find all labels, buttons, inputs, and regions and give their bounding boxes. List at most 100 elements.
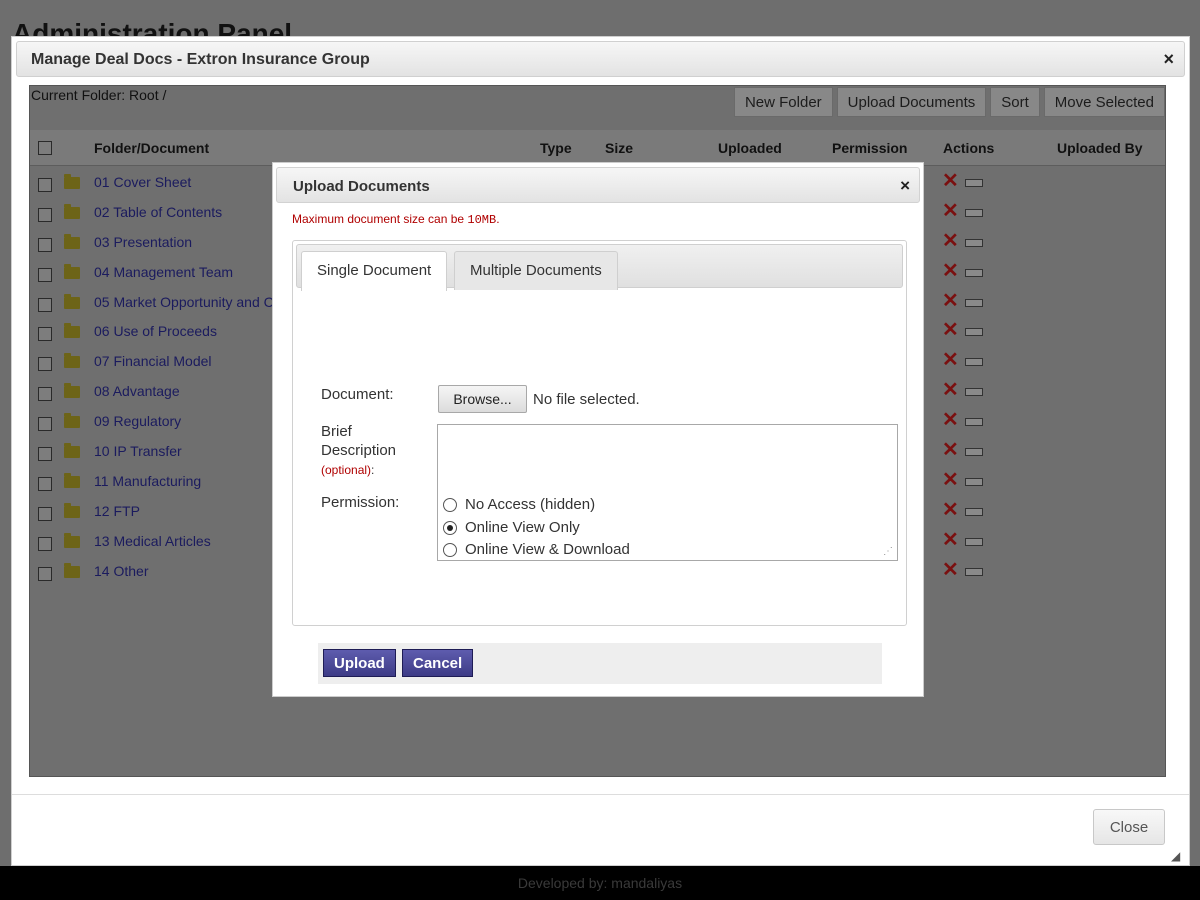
delete-icon[interactable]: ✕ [942, 560, 959, 580]
folder-icon [64, 532, 80, 548]
rename-icon[interactable] [965, 388, 983, 397]
description-optional-colon: : [371, 463, 375, 477]
delete-icon[interactable]: ✕ [942, 201, 959, 221]
column-header-uploaded[interactable]: Uploaded [718, 140, 782, 156]
upload-documents-button[interactable]: Upload Documents [836, 87, 987, 117]
dialog-footer-divider [12, 794, 1189, 795]
rename-icon[interactable] [965, 358, 983, 367]
permission-option-online-view[interactable]: Online View Only [443, 519, 580, 536]
textarea-resize-icon[interactable]: ⋰ [883, 546, 893, 557]
folder-name-link[interactable]: 13 Medical Articles [94, 533, 211, 549]
new-folder-button[interactable]: New Folder [733, 87, 833, 117]
rename-icon[interactable] [965, 507, 983, 516]
upload-dialog-close-icon[interactable]: × [900, 176, 910, 196]
delete-icon[interactable]: ✕ [942, 350, 959, 370]
folder-name-link[interactable]: 10 IP Transfer [94, 443, 182, 459]
folder-name-link[interactable]: 06 Use of Proceeds [94, 323, 217, 339]
description-optional-text: (optional) [321, 463, 372, 477]
rename-icon[interactable] [965, 328, 983, 337]
row-checkbox[interactable] [38, 357, 52, 372]
delete-icon[interactable]: ✕ [942, 231, 959, 251]
row-checkbox[interactable] [38, 566, 52, 581]
delete-icon[interactable]: ✕ [942, 530, 959, 550]
delete-icon[interactable]: ✕ [942, 500, 959, 520]
upload-tab-panel: Single Document Multiple Documents Docum… [292, 240, 907, 684]
rename-icon[interactable] [965, 208, 983, 217]
folder-name-link[interactable]: 03 Presentation [94, 234, 192, 250]
folder-name-link[interactable]: 08 Advantage [94, 383, 180, 399]
browse-button[interactable]: Browse... [438, 385, 527, 413]
max-size-note-suffix: . [496, 212, 500, 226]
folder-name-link[interactable]: 07 Financial Model [94, 353, 212, 369]
move-selected-button[interactable]: Move Selected [1043, 87, 1165, 117]
column-header-size[interactable]: Size [605, 140, 633, 156]
delete-icon[interactable]: ✕ [942, 291, 959, 311]
folder-name-link[interactable]: 14 Other [94, 563, 148, 579]
row-checkbox[interactable] [38, 297, 52, 312]
row-checkbox[interactable] [38, 476, 52, 491]
select-all-checkbox[interactable] [38, 141, 52, 155]
row-checkbox[interactable] [38, 387, 52, 402]
folder-icon [64, 203, 80, 219]
dialog-close-icon[interactable]: × [1163, 49, 1174, 70]
rename-icon[interactable] [965, 477, 983, 486]
row-checkbox[interactable] [38, 178, 52, 192]
folder-name-link[interactable]: 04 Management Team [94, 264, 233, 280]
radio-online-view[interactable] [443, 520, 457, 535]
folder-name-link[interactable]: 09 Regulatory [94, 413, 181, 429]
permission-option-view-download[interactable]: Online View & Download [443, 541, 630, 558]
rename-icon[interactable] [965, 567, 983, 576]
resize-handle-icon[interactable]: ◢ [1171, 849, 1183, 863]
folder-toolbar: New Folder Upload Documents Sort Move Se… [733, 87, 1165, 117]
delete-icon[interactable]: ✕ [942, 261, 959, 281]
delete-icon[interactable]: ✕ [942, 171, 959, 191]
column-header-permission[interactable]: Permission [832, 140, 907, 156]
rename-icon[interactable] [965, 268, 983, 277]
column-header-actions: Actions [943, 140, 995, 156]
delete-icon[interactable]: ✕ [942, 380, 959, 400]
rename-icon[interactable] [965, 448, 983, 457]
sort-button[interactable]: Sort [990, 87, 1040, 117]
table-header: Folder/Document Type Size Uploaded Permi… [30, 130, 1165, 166]
column-header-type[interactable]: Type [540, 140, 572, 156]
cancel-button[interactable]: Cancel [402, 649, 474, 677]
rename-icon[interactable] [965, 238, 983, 247]
rename-icon[interactable] [965, 179, 983, 187]
radio-no-access[interactable] [443, 497, 457, 512]
close-button[interactable]: Close [1093, 809, 1165, 845]
row-checkbox[interactable] [38, 267, 52, 282]
column-header-name[interactable]: Folder/Document [94, 140, 209, 156]
row-checkbox[interactable] [38, 447, 52, 462]
row-checkbox[interactable] [38, 417, 52, 432]
folder-name-link[interactable]: 12 FTP [94, 503, 140, 519]
radio-view-download[interactable] [443, 542, 457, 557]
tab-single-document[interactable]: Single Document [301, 251, 448, 291]
rename-icon[interactable] [965, 298, 983, 307]
column-header-uploaded-by[interactable]: Uploaded By [1057, 140, 1143, 156]
no-file-selected-text: No file selected. [533, 391, 640, 408]
radio-label-view-download: Online View & Download [465, 541, 630, 558]
permission-label: Permission: [321, 494, 400, 511]
delete-icon[interactable]: ✕ [942, 440, 959, 460]
delete-icon[interactable]: ✕ [942, 410, 959, 430]
rename-icon[interactable] [965, 537, 983, 546]
row-checkbox[interactable] [38, 207, 52, 222]
max-size-note-prefix: Maximum document size can be [292, 212, 468, 226]
row-checkbox[interactable] [38, 237, 52, 252]
permission-option-no-access[interactable]: No Access (hidden) [443, 496, 595, 513]
folder-name-link[interactable]: 11 Manufacturing [94, 473, 201, 489]
row-checkbox[interactable] [38, 536, 52, 551]
folder-icon [64, 502, 80, 518]
row-checkbox[interactable] [38, 327, 52, 342]
rename-icon[interactable] [965, 418, 983, 427]
page-footer: Developed by: mandaliyas [0, 866, 1200, 900]
upload-button[interactable]: Upload [323, 649, 396, 677]
delete-icon[interactable]: ✕ [942, 470, 959, 490]
row-checkbox[interactable] [38, 506, 52, 521]
delete-icon[interactable]: ✕ [942, 320, 959, 340]
folder-name-link[interactable]: 01 Cover Sheet [94, 174, 191, 190]
folder-name-link[interactable]: 05 Market Opportunity and C [94, 294, 274, 310]
tab-multiple-documents[interactable]: Multiple Documents [454, 251, 618, 290]
folder-name-link[interactable]: 02 Table of Contents [94, 204, 222, 220]
folder-icon [64, 174, 80, 189]
